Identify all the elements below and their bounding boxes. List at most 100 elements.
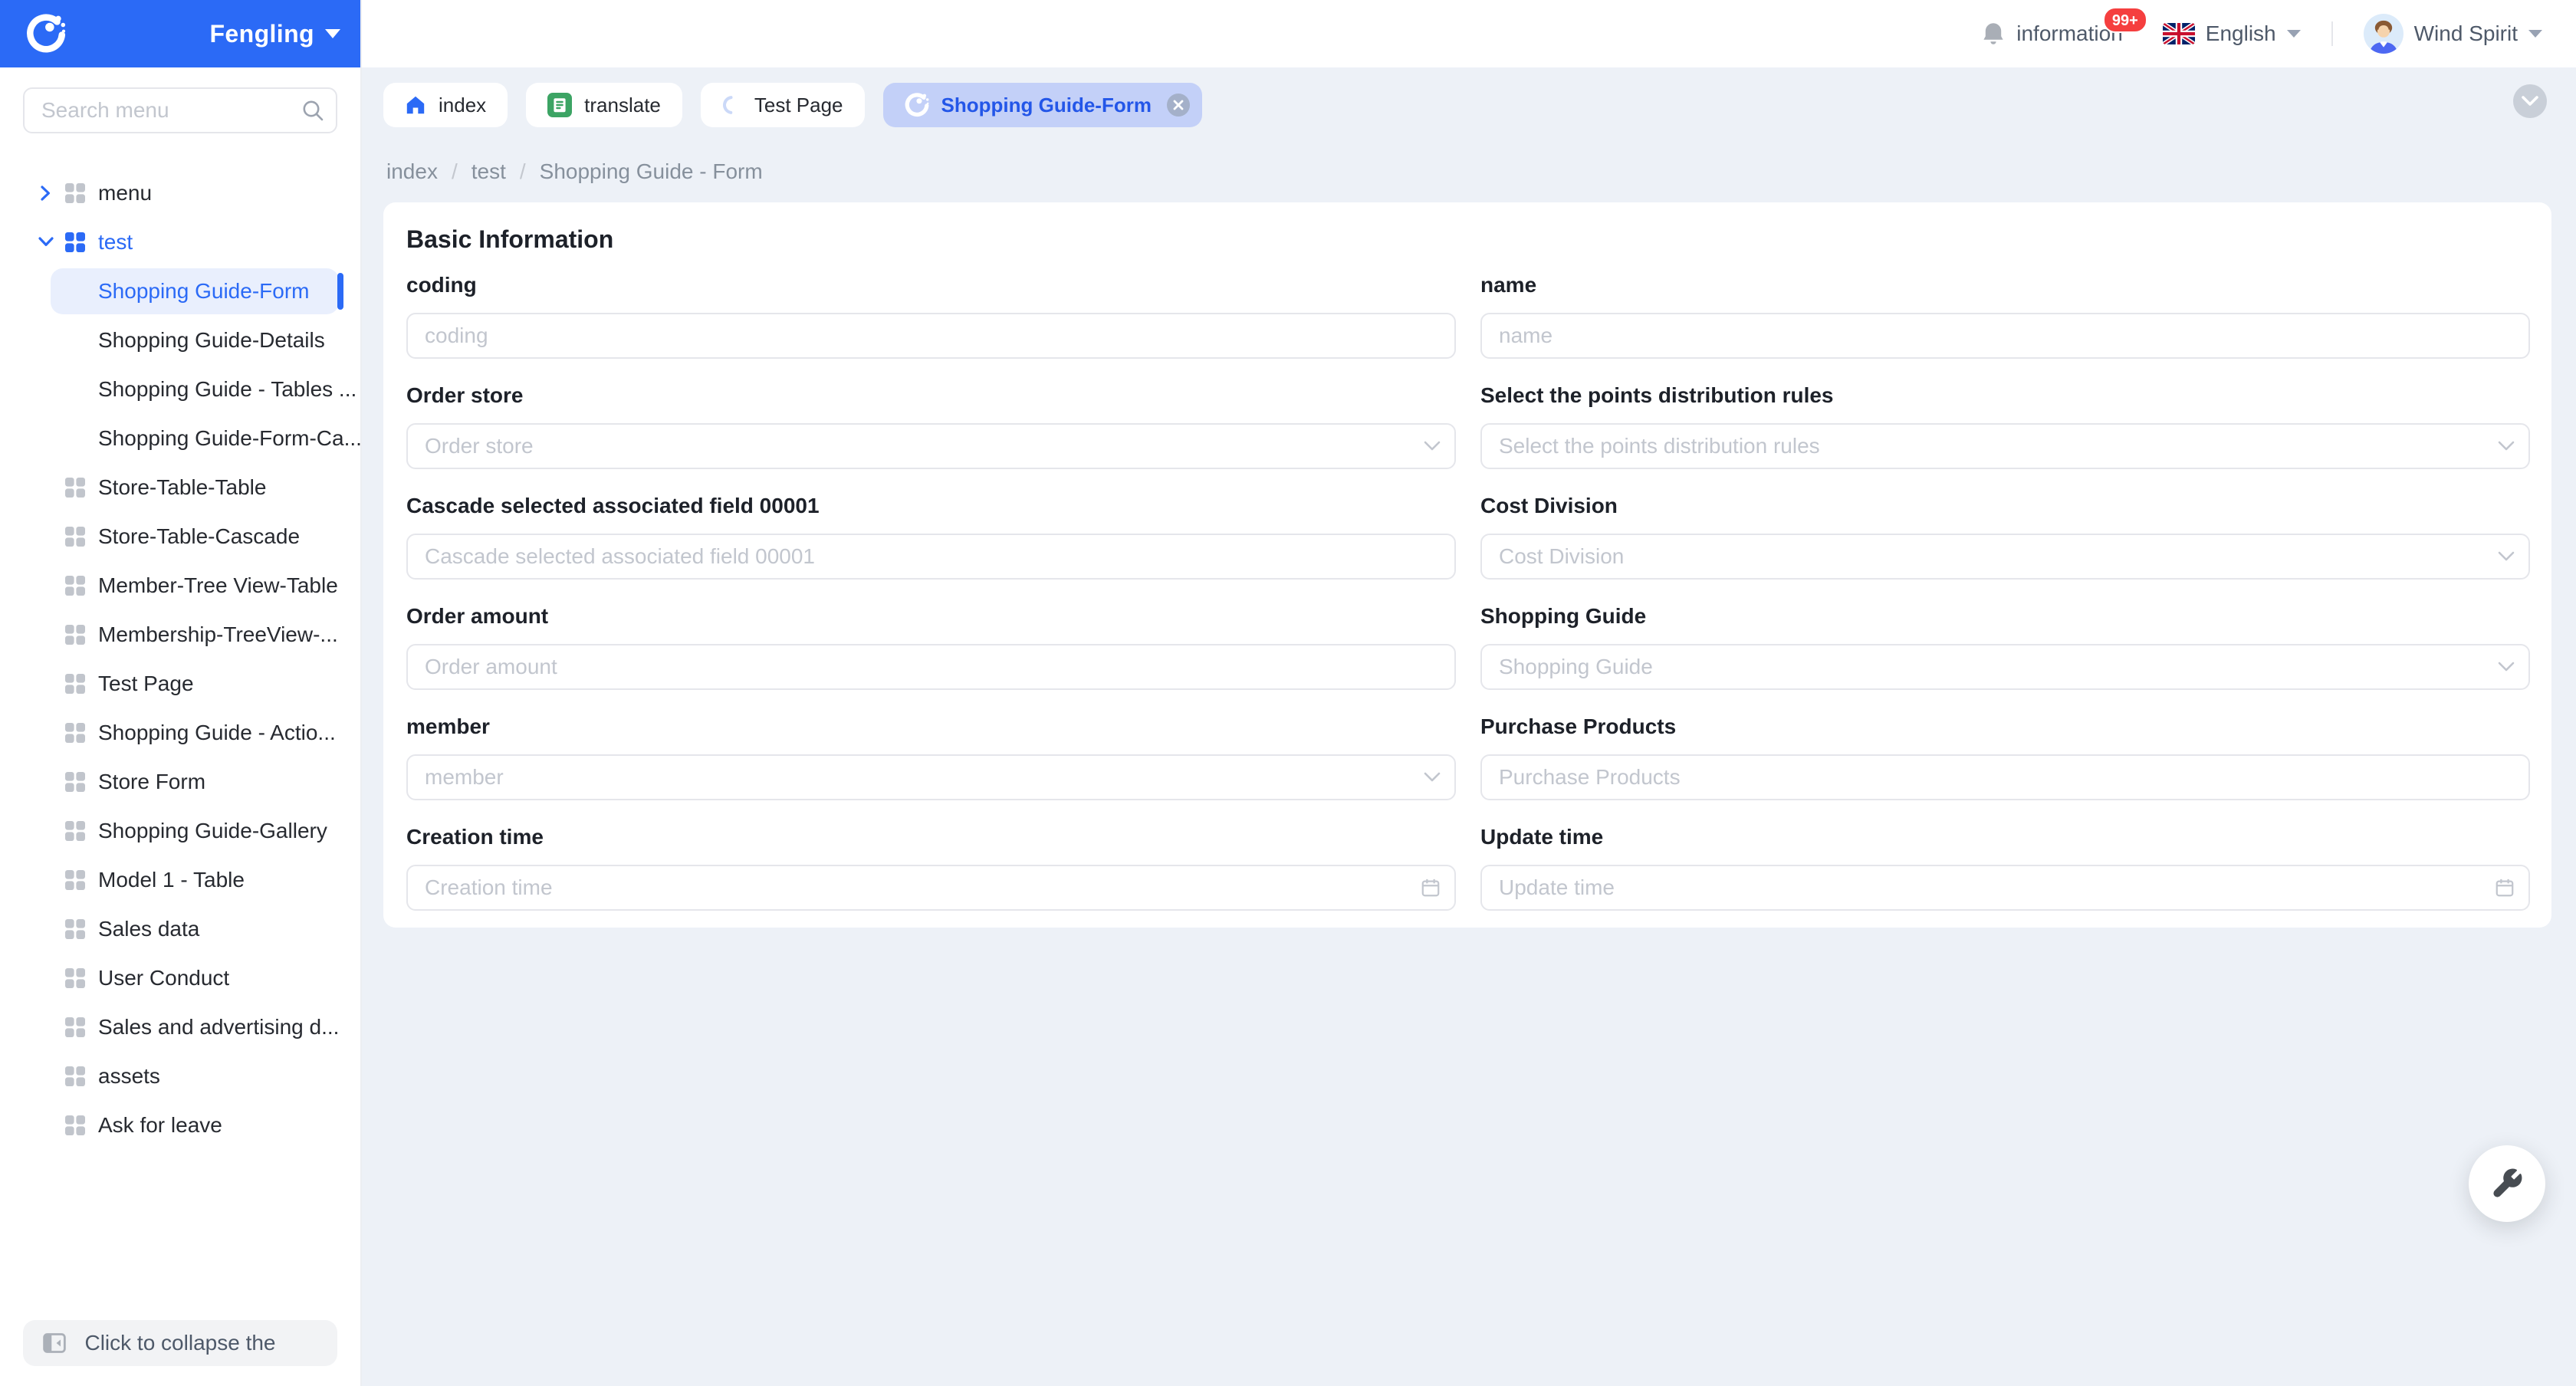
avatar <box>2364 14 2404 54</box>
field-creation-time: Creation time <box>406 822 1456 911</box>
topbar-divider <box>2331 21 2333 46</box>
member-select[interactable] <box>406 754 1456 800</box>
cascade-associated-input[interactable] <box>406 534 1456 580</box>
update-time-date-input[interactable] <box>1480 865 2530 911</box>
sidebar-menu: menu test Shopping Guide-Form Shopping G… <box>0 149 360 1320</box>
sidebar-item-label: Shopping Guide-Form <box>98 279 309 304</box>
sidebar-item-shopping-guide-gallery[interactable]: Shopping Guide-Gallery <box>0 808 339 854</box>
field-label: coding <box>406 270 1456 301</box>
brand-name[interactable]: Fengling <box>209 20 314 48</box>
chevron-down-icon <box>2498 662 2515 672</box>
breadcrumb-index[interactable]: index <box>386 159 438 184</box>
field-label: Order amount <box>406 601 1456 632</box>
field-label: Select the points distribution rules <box>1480 380 2530 411</box>
field-order-store: Order store <box>406 380 1456 469</box>
creation-time-date-input[interactable] <box>406 865 1456 911</box>
sidebar-item-shopping-guide-action[interactable]: Shopping Guide - Actio... <box>0 710 339 756</box>
sidebar-item-test-page[interactable]: Test Page <box>0 661 339 707</box>
field-cost-division: Cost Division <box>1480 491 2530 580</box>
collapse-sidebar-button[interactable]: Click to collapse the <box>23 1320 337 1366</box>
grid-icon <box>64 820 86 842</box>
sidebar-item-store-table-cascade[interactable]: Store-Table-Cascade <box>0 514 339 560</box>
sidebar-item-shopping-guide-form-ca[interactable]: Shopping Guide-Form-Ca... <box>51 415 339 461</box>
close-icon[interactable] <box>1167 94 1190 117</box>
grid-icon <box>64 1017 86 1038</box>
calendar-icon <box>1421 878 1441 898</box>
sidebar-item-user-conduct[interactable]: User Conduct <box>0 955 339 1001</box>
sidebar-item-shopping-guide-details[interactable]: Shopping Guide-Details <box>51 317 339 363</box>
purchase-products-input[interactable] <box>1480 754 2530 800</box>
language-switcher[interactable]: English <box>2163 21 2301 46</box>
field-label: Shopping Guide <box>1480 601 2530 632</box>
coding-input[interactable] <box>406 313 1456 359</box>
tab-index[interactable]: index <box>383 83 508 127</box>
field-member: member <box>406 711 1456 800</box>
sidebar-item-label: Shopping Guide - Actio... <box>98 721 336 745</box>
sidebar-item-sales-data[interactable]: Sales data <box>0 906 339 952</box>
grid-icon <box>64 673 86 695</box>
field-label: Update time <box>1480 822 2530 852</box>
sidebar-item-shopping-guide-tables[interactable]: Shopping Guide - Tables ... <box>51 366 339 412</box>
field-label: Order store <box>406 380 1456 411</box>
grid-icon <box>64 918 86 940</box>
sidebar-item-store-form[interactable]: Store Form <box>0 759 339 805</box>
sidebar-item-test[interactable]: test <box>0 219 339 265</box>
points-rules-select[interactable] <box>1480 423 2530 469</box>
sidebar-item-label: Store-Table-Table <box>98 475 266 500</box>
sidebar-item-member-tree-view-table[interactable]: Member-Tree View-Table <box>0 563 339 609</box>
language-label: English <box>2206 21 2276 46</box>
chevron-down-icon <box>2498 441 2515 452</box>
sidebar-item-label: Shopping Guide-Details <box>98 328 325 353</box>
tab-shopping-guide-form[interactable]: Shopping Guide-Form <box>883 83 1202 127</box>
grid-icon <box>64 624 86 645</box>
notifications-button[interactable]: information 99+ <box>1981 21 2123 47</box>
user-menu[interactable]: Wind Spirit <box>2364 14 2542 54</box>
sidebar-item-assets[interactable]: assets <box>0 1053 339 1099</box>
sidebar-item-menu[interactable]: menu <box>0 170 339 216</box>
tab-label: Test Page <box>754 94 843 117</box>
order-store-select[interactable] <box>406 423 1456 469</box>
breadcrumb-test[interactable]: test <box>472 159 506 184</box>
field-label: Creation time <box>406 822 1456 852</box>
spinner-icon <box>722 95 742 115</box>
tab-bar: index translate Test Page <box>383 83 2551 127</box>
name-input[interactable] <box>1480 313 2530 359</box>
field-label: Cascade selected associated field 00001 <box>406 491 1456 521</box>
grid-icon <box>64 232 86 253</box>
tab-translate[interactable]: translate <box>526 83 682 127</box>
app-root: Fengling menu test Shopping <box>0 0 2576 1386</box>
username: Wind Spirit <box>2414 21 2518 46</box>
sidebar-item-sales-and-advertising[interactable]: Sales and advertising d... <box>0 1004 339 1050</box>
sidebar-item-label: Membership-TreeView-... <box>98 622 338 647</box>
content-area: index translate Test Page <box>362 67 2576 1386</box>
chevron-down-icon <box>1424 772 1441 783</box>
sidebar-item-label: Store Form <box>98 770 205 794</box>
cost-division-select[interactable] <box>1480 534 2530 580</box>
brand-logo-icon <box>26 14 66 54</box>
sidebar-item-model-1-table[interactable]: Model 1 - Table <box>0 857 339 903</box>
grid-icon <box>64 722 86 744</box>
settings-fab-button[interactable] <box>2469 1145 2545 1222</box>
order-amount-input[interactable] <box>406 644 1456 690</box>
field-update-time: Update time <box>1480 822 2530 911</box>
tab-label: index <box>439 94 486 117</box>
chevron-down-icon[interactable] <box>325 29 340 38</box>
shopping-guide-select[interactable] <box>1480 644 2530 690</box>
notification-badge: 99+ <box>2103 7 2147 33</box>
collapse-panel-icon <box>43 1333 66 1353</box>
sidebar-item-membership-treeview[interactable]: Membership-TreeView-... <box>0 612 339 658</box>
breadcrumb-separator: / <box>452 159 458 184</box>
sidebar-item-store-table-table[interactable]: Store-Table-Table <box>0 465 339 511</box>
main-area: information 99+ English <box>362 0 2576 1386</box>
sidebar-item-label: Store-Table-Cascade <box>98 524 300 549</box>
home-icon <box>405 94 426 116</box>
sidebar-footer: Click to collapse the <box>23 1320 337 1366</box>
calendar-icon <box>2495 878 2515 898</box>
sidebar-item-shopping-guide-form[interactable]: Shopping Guide-Form <box>51 268 339 314</box>
tabs-collapse-button[interactable] <box>2513 84 2547 118</box>
tab-test-page[interactable]: Test Page <box>701 83 865 127</box>
field-shopping-guide: Shopping Guide <box>1480 601 2530 690</box>
chevron-down-icon <box>2521 95 2539 107</box>
sidebar-item-ask-for-leave[interactable]: Ask for leave <box>0 1102 339 1148</box>
search-input[interactable] <box>23 87 337 133</box>
